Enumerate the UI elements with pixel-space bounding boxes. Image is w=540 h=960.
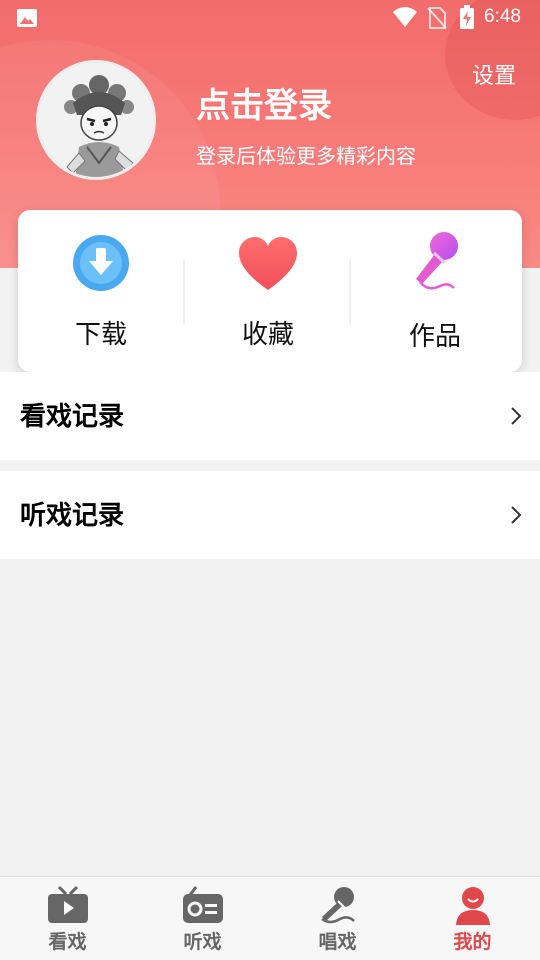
no-sim-icon [427,7,447,29]
avatar[interactable] [36,60,156,180]
works-button[interactable]: 作品 [352,210,518,372]
bottom-nav: 看戏 听戏 唱戏 我的 [0,876,540,960]
tab-sing-label: 唱戏 [318,931,357,953]
chevron-right-icon [511,407,522,425]
chevron-right-icon [511,506,522,524]
watch-history-row[interactable]: 看戏记录 [0,372,540,460]
tab-watch[interactable]: 看戏 [0,877,135,960]
status-bar: 6:48 [0,0,540,36]
user-icon [455,887,490,925]
favorites-button[interactable]: 收藏 [185,210,351,372]
wifi-icon [393,7,417,27]
microphone-icon [320,887,355,924]
battery-charging-icon [460,5,474,29]
settings-button[interactable]: 设置 [472,58,516,90]
tab-mine-label: 我的 [453,931,492,953]
quick-actions-card: 下载 收藏 作品 [18,210,522,372]
status-time: 6:48 [484,6,521,27]
download-icon [73,235,129,291]
download-button[interactable]: 下载 [18,210,184,372]
favorites-label: 收藏 [241,320,294,350]
tab-listen-label: 听戏 [183,931,222,953]
login-title[interactable]: 点击登录 [196,78,332,127]
gallery-icon [17,9,37,27]
tab-watch-label: 看戏 [48,931,87,953]
heart-icon [239,237,297,290]
tab-sing[interactable]: 唱戏 [270,877,405,960]
radio-icon [182,886,223,923]
download-label: 下载 [74,320,127,350]
microphone-icon [416,232,458,290]
tab-listen[interactable]: 听戏 [135,877,270,960]
login-subtitle: 登录后体验更多精彩内容 [196,144,416,168]
tv-icon [47,885,88,923]
watch-history-label: 看戏记录 [20,402,125,432]
tab-mine[interactable]: 我的 [405,877,540,960]
divider [349,260,351,324]
listen-history-label: 听戏记录 [20,501,125,531]
listen-history-row[interactable]: 听戏记录 [0,471,540,559]
works-label: 作品 [408,322,461,352]
